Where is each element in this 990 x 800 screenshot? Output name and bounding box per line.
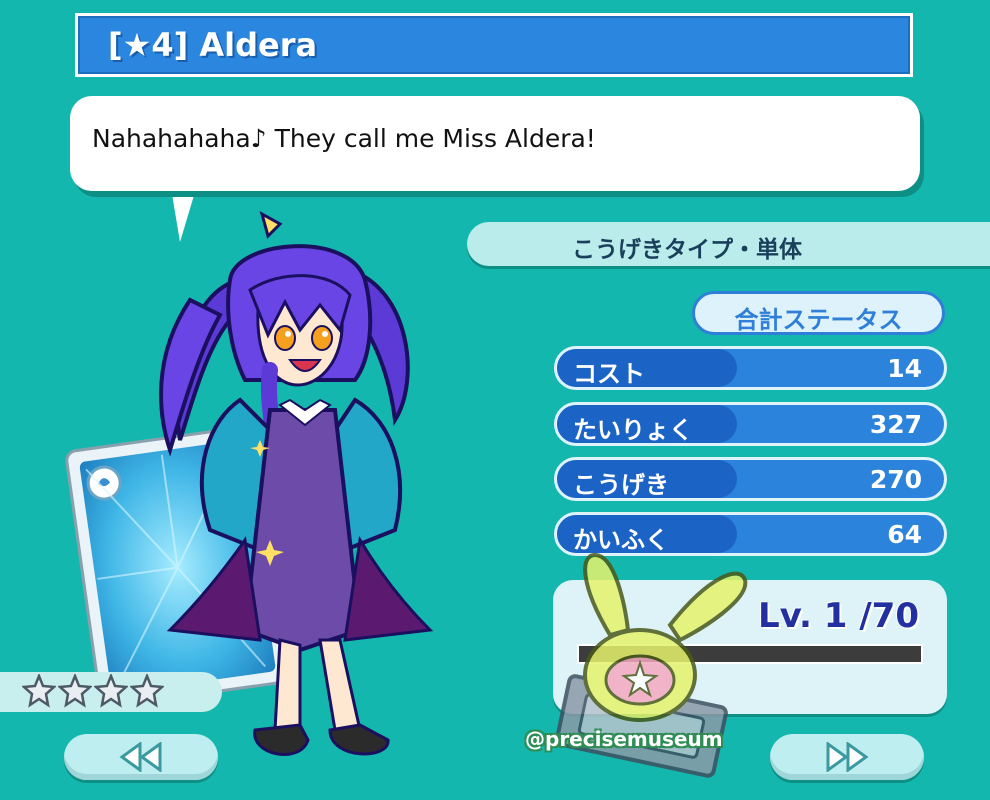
stat-value: 64: [887, 520, 922, 549]
dialogue-text: Nahahahaha♪ They call me Miss Aldera!: [92, 124, 596, 153]
rarity-stars: [0, 672, 222, 712]
speech-bubble: Nahahahaha♪ They call me Miss Aldera!: [70, 96, 920, 191]
star-icon: [130, 674, 164, 708]
stat-value: 327: [869, 410, 922, 439]
star-icon: [22, 674, 56, 708]
stat-row-cost: コスト 14: [554, 346, 947, 390]
attack-type-label: こうげきタイプ・単体: [572, 237, 802, 263]
character-title: [★4] Aldera: [108, 26, 318, 64]
stat-label-box: たいりょく: [557, 405, 737, 443]
level-text: Lv. 1 /70: [757, 596, 919, 636]
stat-label-box: こうげき: [557, 460, 737, 498]
stat-label: こうげき: [573, 471, 669, 499]
stat-row-stamina: たいりょく 327: [554, 402, 947, 446]
character-detail-screen: [★4] Aldera Nahahahaha♪ They call me Mis…: [0, 0, 990, 800]
watermark: @precisemuseum: [525, 727, 723, 751]
star-icon: [94, 674, 128, 708]
title-bar: [★4] Aldera: [75, 13, 913, 77]
star-row: [22, 674, 164, 708]
attack-type-pill: こうげきタイプ・単体: [467, 222, 990, 266]
stat-row-attack: こうげき 270: [554, 457, 947, 501]
star-icon: [58, 674, 92, 708]
stat-label: たいりょく: [573, 416, 693, 444]
stat-value: 14: [887, 354, 922, 383]
double-right-arrow-icon: [826, 742, 869, 772]
next-button[interactable]: [770, 734, 924, 780]
total-status-label: 合計ステータス: [734, 306, 903, 334]
previous-button[interactable]: [64, 734, 218, 780]
stat-label-box: コスト: [557, 349, 737, 387]
double-left-arrow-icon: [119, 742, 162, 772]
stat-value: 270: [869, 465, 922, 494]
stat-label: コスト: [573, 360, 645, 388]
total-status-header: 合計ステータス: [692, 291, 945, 335]
